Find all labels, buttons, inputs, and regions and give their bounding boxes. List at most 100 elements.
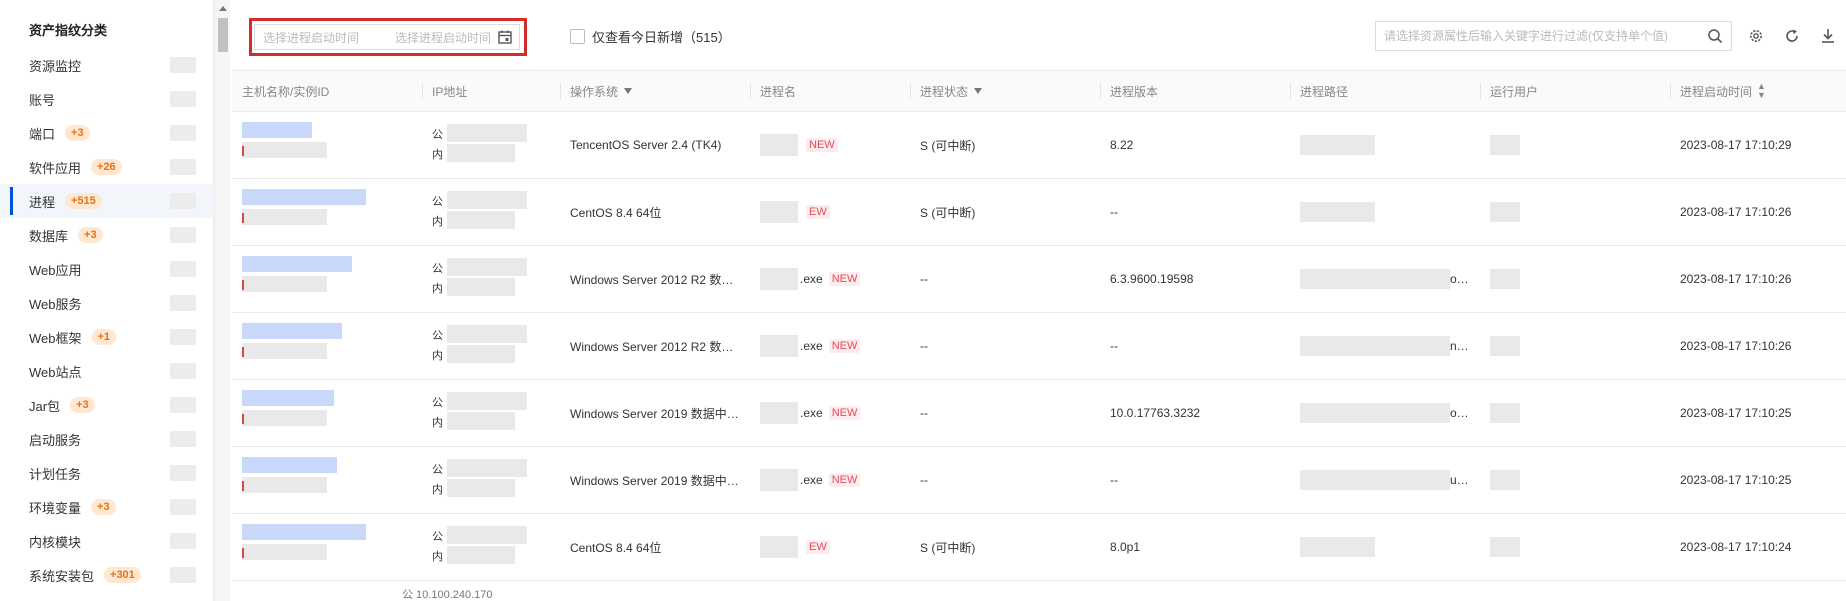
- table-row[interactable]: 公 内 Windows Server 2019 数据中… .exe NEW --…: [232, 447, 1846, 514]
- sidebar-item-process[interactable]: 进程 +515: [0, 184, 214, 218]
- sidebar-item-label: Jar包: [29, 398, 61, 414]
- col-proc-path: 进程路径: [1290, 70, 1480, 112]
- host-name-link[interactable]: [242, 188, 366, 205]
- new-count-badge: +301: [104, 567, 141, 583]
- private-ip: [447, 277, 515, 296]
- sidebar-item-database[interactable]: 数据库 +3: [0, 218, 214, 252]
- new-tag: NEW: [828, 406, 861, 420]
- os-cell: Windows Server 2012 R2 数…: [570, 339, 734, 354]
- proc-version-cell: 6.3.9600.19598: [1110, 272, 1194, 286]
- run-user: [1490, 135, 1520, 155]
- download-icon[interactable]: [1819, 27, 1837, 45]
- sidebar-item-web-app[interactable]: Web应用: [0, 252, 214, 286]
- col-start-time[interactable]: 进程启动时间 ▲ ▼: [1670, 70, 1846, 112]
- table-row[interactable]: 公 内 TencentOS Server 2.4 (TK4) NEW S (可中…: [232, 112, 1846, 179]
- public-ip: [447, 257, 527, 276]
- sidebar-item-web-site[interactable]: Web站点: [0, 354, 214, 388]
- start-time-cell: 2023-08-17 17:10:25: [1680, 473, 1792, 487]
- host-name-link[interactable]: [242, 322, 342, 339]
- host-name-link[interactable]: [242, 255, 352, 272]
- sidebar-item-resource-monitor[interactable]: 资源监控: [0, 48, 214, 82]
- scroll-up-arrow-icon[interactable]: [219, 6, 227, 11]
- proc-path-tail: n…: [1450, 339, 1469, 353]
- public-ip-prefix: 公: [432, 195, 443, 208]
- sidebar-item-port[interactable]: 端口 +3: [0, 116, 214, 150]
- proc-status-cell: --: [920, 339, 928, 353]
- filter-icon[interactable]: [624, 88, 633, 94]
- sidebar-item-web-framework[interactable]: Web框架 +1: [0, 320, 214, 354]
- host-cell[interactable]: [232, 112, 422, 179]
- proc-path-tail: o…: [1450, 272, 1469, 286]
- proc-path-cell: [1290, 179, 1480, 246]
- host-name-link[interactable]: [242, 523, 366, 540]
- proc-path-cell: o…: [1290, 246, 1480, 313]
- table-row[interactable]: 公 内 Windows Server 2012 R2 数… .exe NEW -…: [232, 246, 1846, 313]
- host-cell[interactable]: [232, 179, 422, 246]
- proc-name-cell: .exe NEW: [750, 246, 910, 313]
- private-ip-prefix: 内: [432, 483, 443, 496]
- os-cell: Windows Server 2019 数据中…: [570, 406, 739, 421]
- host-cell[interactable]: [232, 380, 422, 447]
- run-user: [1490, 403, 1520, 423]
- sidebar-item-scheduled-task[interactable]: 计划任务: [0, 456, 214, 490]
- sidebar-scrollbar[interactable]: [214, 0, 230, 601]
- proc-version-cell: 10.0.17763.3232: [1110, 406, 1201, 420]
- sort-icon[interactable]: ▲ ▼: [1757, 82, 1766, 100]
- search-input[interactable]: [1384, 29, 1694, 43]
- host-cell[interactable]: [232, 514, 422, 581]
- redacted-count: [170, 91, 196, 107]
- sidebar-item-kernel-module[interactable]: 内核模块: [0, 524, 214, 558]
- sidebar-item-startup-service[interactable]: 启动服务: [0, 422, 214, 456]
- private-ip-prefix: 内: [432, 349, 443, 362]
- public-ip-prefix: 公: [432, 463, 443, 476]
- proc-path-cell: [1290, 112, 1480, 179]
- host-cell[interactable]: [232, 447, 422, 514]
- table-row[interactable]: 公 内 Windows Server 2012 R2 数… .exe NEW -…: [232, 313, 1846, 380]
- sidebar-item-software[interactable]: 软件应用 +26: [0, 150, 214, 184]
- sidebar-item-label: 计划任务: [29, 466, 82, 482]
- redacted-count: [170, 329, 196, 345]
- proc-version-cell: --: [1110, 473, 1118, 487]
- new-count-badge: +3: [70, 397, 95, 413]
- start-date-input[interactable]: 选择进程启动时间: [255, 29, 387, 46]
- refresh-icon[interactable]: [1783, 27, 1801, 45]
- ip-cell: 公 内: [422, 514, 560, 581]
- os-cell: TencentOS Server 2.4 (TK4): [570, 138, 722, 152]
- calendar-icon[interactable]: [497, 29, 513, 45]
- scrollbar-thumb[interactable]: [218, 18, 228, 52]
- table-row[interactable]: 公 内 Windows Server 2019 数据中… .exe NEW --…: [232, 380, 1846, 447]
- instance-marker: [242, 212, 244, 223]
- sidebar-item-account[interactable]: 账号: [0, 82, 214, 116]
- sidebar-item-system-package[interactable]: 系统安装包 +301: [0, 558, 214, 592]
- sidebar-item-label: 账号: [29, 92, 56, 108]
- gear-icon[interactable]: [1747, 27, 1765, 45]
- today-new-checkbox[interactable]: [570, 29, 585, 44]
- sidebar-item-env-var[interactable]: 环境变量 +3: [0, 490, 214, 524]
- instance-id: [242, 409, 327, 426]
- sidebar-item-jar[interactable]: Jar包 +3: [0, 388, 214, 422]
- redacted-count: [170, 227, 196, 243]
- search-box[interactable]: [1375, 21, 1732, 51]
- ip-cell: 公 内: [422, 380, 560, 447]
- sidebar-item-label: 环境变量: [29, 500, 82, 516]
- redacted-count: [170, 567, 196, 583]
- host-cell[interactable]: [232, 246, 422, 313]
- table-row[interactable]: 公 内 CentOS 8.4 64位 EW S (可中断) -- 2023-08…: [232, 179, 1846, 246]
- col-proc-status[interactable]: 进程状态: [910, 70, 1100, 112]
- host-cell[interactable]: [232, 313, 422, 380]
- redacted-count: [170, 159, 196, 175]
- table-row[interactable]: 公 内 CentOS 8.4 64位 EW S (可中断) 8.0p1 2023…: [232, 514, 1846, 581]
- filter-icon[interactable]: [974, 88, 983, 94]
- run-user-cell: [1480, 112, 1670, 179]
- redacted-count: [170, 431, 196, 447]
- host-name-link[interactable]: [242, 456, 337, 473]
- sidebar-item-web-service[interactable]: Web服务: [0, 286, 214, 320]
- col-os[interactable]: 操作系统: [560, 70, 750, 112]
- host-name-link[interactable]: [242, 121, 312, 138]
- host-name-link[interactable]: [242, 389, 334, 406]
- col-time-label: 进程启动时间: [1680, 84, 1753, 99]
- date-range-picker[interactable]: 选择进程启动时间 选择进程启动时间: [254, 24, 520, 50]
- proc-name: [760, 268, 798, 290]
- today-new-filter[interactable]: 仅查看今日新增（515）: [570, 27, 731, 46]
- search-icon[interactable]: [1707, 28, 1723, 44]
